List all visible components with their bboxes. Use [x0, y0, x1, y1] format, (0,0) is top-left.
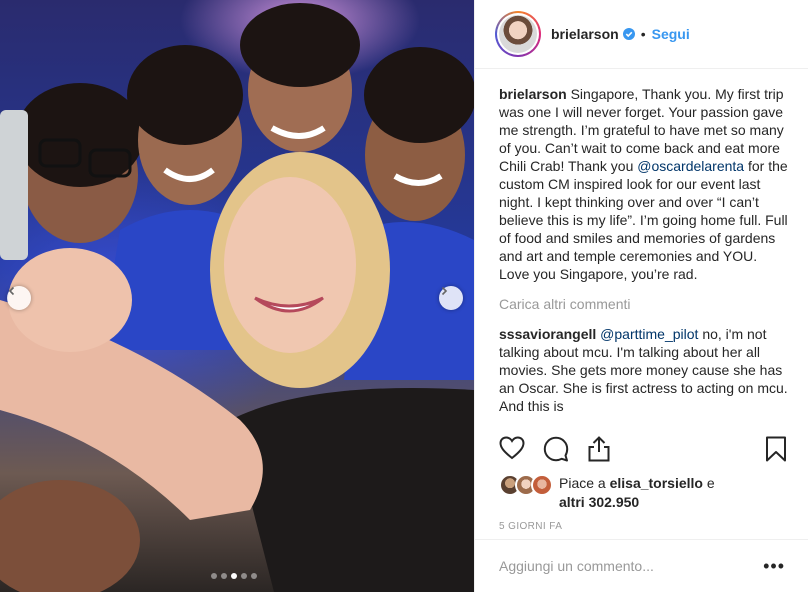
carousel-dot: [211, 573, 217, 579]
likes-count[interactable]: altri 302.950: [559, 494, 639, 510]
likes-user[interactable]: elisa_torsiello: [610, 475, 703, 491]
author-username[interactable]: brielarson: [551, 26, 619, 42]
caption-mention[interactable]: @oscardelarenta: [637, 158, 744, 174]
comment-item: sssaviorangell @parttime_pilot no, i'm n…: [499, 325, 789, 415]
likes-text: Piace a elisa_torsiello e altri 302.950: [559, 474, 715, 512]
carousel-dot: [251, 573, 257, 579]
carousel-dot: [241, 573, 247, 579]
comments-list[interactable]: brielarson Singapore, Thank you. My firs…: [499, 85, 789, 423]
comment-mention[interactable]: @parttime_pilot: [600, 326, 698, 342]
header-separator: •: [640, 26, 646, 42]
bookmark-icon[interactable]: [765, 436, 787, 462]
carousel-prev-button[interactable]: [7, 286, 31, 310]
heart-icon[interactable]: [499, 436, 525, 460]
comment-bubble-icon[interactable]: [543, 436, 569, 462]
load-more-comments-button[interactable]: Carica altri commenti: [499, 295, 789, 313]
post-caption: brielarson Singapore, Thank you. My firs…: [499, 85, 789, 283]
carousel-dot: [221, 573, 227, 579]
post-timestamp[interactable]: 5 GIORNI FA: [499, 521, 562, 532]
likes-middle: e: [702, 475, 715, 491]
more-options-icon[interactable]: •••: [763, 556, 785, 577]
post-sidebar: brielarson • Segui brielarson Singapore,…: [474, 0, 808, 592]
liker-avatars[interactable]: [499, 474, 555, 496]
post-actions: [499, 436, 789, 464]
author-avatar[interactable]: [495, 11, 541, 57]
carousel-next-button[interactable]: [439, 286, 463, 310]
add-comment-input[interactable]: [499, 558, 764, 574]
follow-button[interactable]: Segui: [652, 26, 690, 42]
verified-badge-icon: [622, 28, 635, 40]
comment-author[interactable]: sssaviorangell: [499, 326, 596, 342]
author-avatar-image: [499, 15, 537, 53]
likes-prefix: Piace a: [559, 475, 610, 491]
selfie-illustration: [0, 3, 474, 592]
chevron-right-icon: [441, 286, 448, 296]
caption-text-end: for the custom CM inspired look for our …: [499, 158, 788, 282]
carousel-indicator: [211, 573, 257, 579]
caption-author[interactable]: brielarson: [499, 86, 567, 102]
likes-summary: Piace a elisa_torsiello e altri 302.950: [499, 474, 789, 512]
chevron-left-icon: [8, 286, 15, 296]
carousel-dot: [231, 573, 237, 579]
post-photo[interactable]: [0, 0, 474, 592]
post-header: brielarson • Segui: [475, 0, 808, 69]
add-comment-bar: •••: [475, 539, 808, 592]
liker-avatar: [531, 474, 553, 496]
share-icon[interactable]: [587, 436, 611, 462]
